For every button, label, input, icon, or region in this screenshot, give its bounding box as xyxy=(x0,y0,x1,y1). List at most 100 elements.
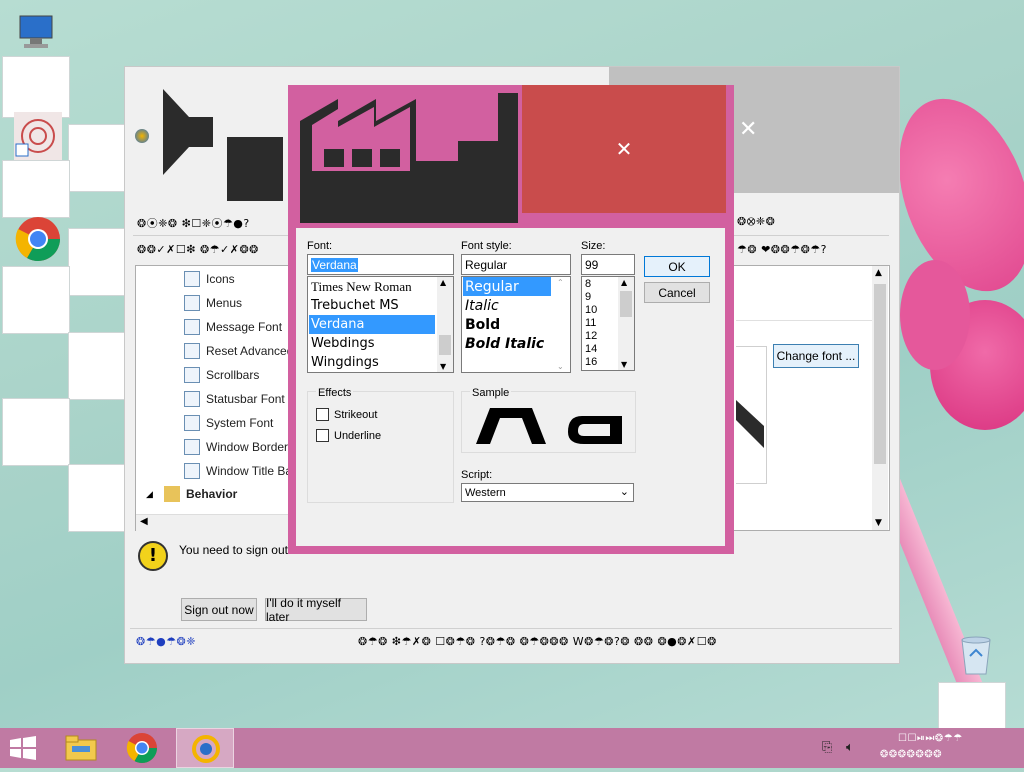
warning-icon: ! xyxy=(138,541,168,571)
icons-icon xyxy=(184,271,200,287)
desktop-tile xyxy=(2,398,70,466)
effects-label: Effects xyxy=(316,387,354,399)
dialog-close-button[interactable]: ✕ xyxy=(522,85,726,213)
font-style-label: Font style: xyxy=(461,240,512,252)
tray-clock-line-1[interactable]: ☐☐⏯⏭❂☂☂ xyxy=(898,733,963,744)
size-label: Size: xyxy=(581,240,606,252)
do-it-later-button[interactable]: I'll do it myself later xyxy=(265,596,367,624)
volume-muted-icon[interactable]: 🔈︎ xyxy=(846,740,854,755)
font-a-icon xyxy=(184,415,200,431)
size-list-scrollbar[interactable]: ▲ ▼ xyxy=(618,277,634,370)
active-app-taskbar-icon[interactable] xyxy=(176,728,234,768)
size-list-item[interactable]: 10 xyxy=(583,303,597,316)
font-style-item[interactable]: Bold xyxy=(463,315,551,334)
font-list-item[interactable]: Verdana xyxy=(309,315,435,334)
cancel-button[interactable]: Cancel xyxy=(644,282,710,303)
window-icon xyxy=(184,439,200,455)
change-font-button[interactable]: Change font ... xyxy=(773,344,859,368)
sign-out-button[interactable]: Sign out now xyxy=(181,598,257,621)
this-pc-icon[interactable] xyxy=(14,8,62,56)
font-dialog: ✕ Font: Verdana Times New Roman Trebuchet… xyxy=(288,85,734,554)
toolbar-row-1-left[interactable]: ❂⦿❈❂ ❇☐❈⦿☂●? xyxy=(137,215,250,231)
ok-button[interactable]: OK xyxy=(644,256,710,277)
tree-item-behavior[interactable]: Behavior xyxy=(164,483,237,505)
window-close-icon[interactable]: ✕ xyxy=(739,117,757,142)
desktop-tile xyxy=(2,56,70,118)
font-style-input[interactable]: Regular xyxy=(461,254,571,275)
size-list-item[interactable]: 11 xyxy=(583,316,596,329)
app-logo-icon xyxy=(135,129,149,143)
font-list-item[interactable]: Trebuchet MS xyxy=(309,296,435,315)
size-list[interactable]: 8 9 10 11 12 14 16 ▲ ▼ xyxy=(581,276,635,371)
tree-item[interactable]: Statusbar Font xyxy=(184,388,285,410)
chrome-taskbar-icon[interactable] xyxy=(126,732,158,764)
script-label: Script: xyxy=(461,469,493,481)
tray-clock-line-2[interactable]: ❂❂❂❂❂❂❂ xyxy=(880,749,942,760)
font-style-item[interactable]: Bold Italic xyxy=(463,334,551,353)
size-input[interactable]: 99 xyxy=(581,254,635,275)
status-bar-right: ❂☂❂ ❇☂✗❂ ☐❂☂❂ ?❂☂❂ ❂☂❂❂❂ W❂☂❂?❂ ❂❂ ❂●❂✗☐… xyxy=(358,635,717,648)
tree-item-label: Menus xyxy=(206,296,243,310)
size-list-item[interactable]: 14 xyxy=(583,342,597,355)
tree-item[interactable]: Window Borders xyxy=(184,436,294,458)
font-label: Font: xyxy=(307,240,333,252)
font-list-scrollbar[interactable]: ▲ ▼ xyxy=(437,277,453,372)
start-button[interactable] xyxy=(6,734,40,762)
vertical-scrollbar[interactable]: ▲ ▼ xyxy=(872,266,888,530)
tree-item-label: Behavior xyxy=(186,487,238,501)
strikeout-checkbox[interactable]: Strikeout xyxy=(316,408,377,421)
size-list-item[interactable]: 8 xyxy=(583,277,591,290)
underline-checkbox[interactable]: Underline xyxy=(316,429,381,442)
tree-item[interactable]: Scrollbars xyxy=(184,364,259,386)
toolbar-row-1-right[interactable]: ❂⭙❈❂ xyxy=(737,215,775,229)
tree-item[interactable]: Message Font xyxy=(184,316,282,338)
tree-item-label: Icons xyxy=(206,272,235,286)
file-explorer-taskbar-icon[interactable] xyxy=(62,732,100,764)
reset-icon xyxy=(184,343,200,359)
taskbar: ⎘ 🔈︎ ☐☐⏯⏭❂☂☂ ❂❂❂❂❂❂❂ xyxy=(0,728,1024,768)
close-icon: ✕ xyxy=(615,137,633,161)
font-list-item[interactable]: Webdings xyxy=(309,334,435,353)
size-list-item[interactable]: 16 xyxy=(583,355,597,368)
desktop-tile xyxy=(68,332,126,400)
font-style-item[interactable]: Italic xyxy=(463,296,551,315)
font-name-input[interactable]: Verdana xyxy=(307,254,454,275)
windows-logo-icon xyxy=(10,736,36,760)
font-list[interactable]: Times New Roman Trebuchet MS Verdana Webdin… xyxy=(307,276,454,373)
speaker-glyph-icon xyxy=(163,89,213,175)
size-list-item[interactable]: 12 xyxy=(583,329,597,342)
detail-separator xyxy=(736,320,872,321)
font-dialog-body: Font: Verdana Times New Roman Trebuchet M… xyxy=(296,228,725,546)
desktop-tile xyxy=(68,124,126,192)
strikeout-check-icon[interactable] xyxy=(316,408,329,421)
style-list-scrollbar[interactable]: ⌃ ⌄ xyxy=(554,277,570,372)
sample-label: Sample xyxy=(470,387,512,399)
font-style-item[interactable]: Regular xyxy=(463,277,551,296)
recycle-bin-icon[interactable] xyxy=(952,630,1000,678)
network-icon[interactable]: ⎘ xyxy=(822,740,832,755)
tree-item-label: Statusbar Font xyxy=(206,392,285,406)
desktop-tile xyxy=(68,228,126,296)
horizontal-scrollbar[interactable]: ◀ xyxy=(136,514,288,531)
tree-item[interactable]: Window Title Bars xyxy=(184,460,302,482)
toolbar-row-2-left[interactable]: ❂❂✓✗☐❇ ❂☂✓✗❂❂ xyxy=(137,243,259,256)
font-style-list[interactable]: Regular Italic Bold Bold Italic ⌃ ⌄ xyxy=(461,276,571,373)
tree-expander-icon[interactable]: ◢ xyxy=(146,490,153,500)
font-list-item[interactable]: Times New Roman xyxy=(309,277,435,296)
toolbar-row-2-right[interactable]: ☂❂ ❤❂❂☂❂☂? xyxy=(737,243,827,256)
strikeout-label: Strikeout xyxy=(334,408,378,421)
script-select[interactable]: Western ⌄ xyxy=(461,483,634,502)
status-separator xyxy=(130,628,892,629)
tree-item[interactable]: System Font xyxy=(184,412,273,434)
tree-item[interactable]: Icons xyxy=(184,268,235,290)
font-icon xyxy=(184,391,200,407)
underline-check-icon[interactable] xyxy=(316,429,329,442)
underline-label: Underline xyxy=(334,429,382,442)
app-shortcut-icon[interactable] xyxy=(14,112,62,160)
tree-item[interactable]: Menus xyxy=(184,292,242,314)
sample-preview-glyphs xyxy=(476,408,622,444)
font-list-item[interactable]: Wingdings xyxy=(309,353,435,372)
chrome-shortcut-icon[interactable] xyxy=(14,215,62,263)
tree-item[interactable]: Reset Advanced xyxy=(184,340,293,362)
size-list-item[interactable]: 9 xyxy=(583,290,591,303)
